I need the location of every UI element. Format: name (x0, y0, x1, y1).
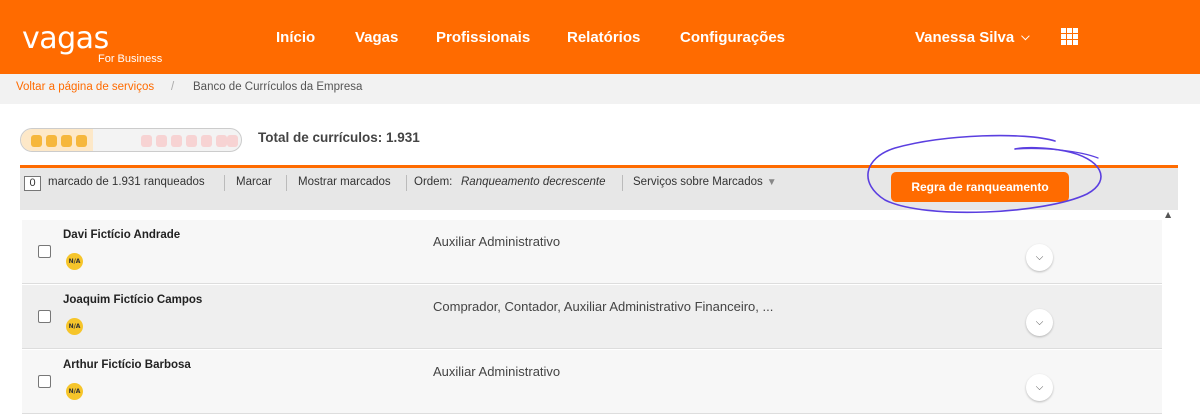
candidate-roles: Comprador, Contador, Auxiliar Administra… (433, 299, 774, 314)
meter-segment (76, 135, 87, 147)
divider (224, 175, 225, 191)
breadcrumb: Voltar a página de serviços / Banco de C… (0, 74, 1200, 104)
meter-segment (216, 135, 227, 147)
divider (286, 175, 287, 191)
grid-icon[interactable] (1061, 28, 1078, 45)
meter-segment (61, 135, 72, 147)
meter-segment (31, 135, 42, 147)
meter-segment (201, 135, 212, 147)
meter-segment (156, 135, 167, 147)
marked-count: 0 (24, 176, 41, 191)
services-label: Serviços sobre Marcados (633, 176, 763, 188)
chevron-down-circle-icon[interactable]: ⌵ (1026, 244, 1053, 271)
candidate-name[interactable]: Joaquim Fictício Campos (63, 294, 202, 306)
vagas-logo[interactable]: vagas For Business (22, 21, 162, 66)
candidate-roles: Auxiliar Administrativo (433, 234, 561, 249)
order-label: Ordem: (414, 176, 453, 188)
ranking-meter (20, 128, 242, 152)
user-menu[interactable]: Vanessa Silva ⌵ (915, 29, 1030, 46)
nav-item-profissionais[interactable]: Profissionais (436, 29, 530, 46)
mark-button[interactable]: Marcar (236, 176, 272, 188)
order-select[interactable]: Ranqueamento decrescente (461, 176, 606, 188)
marked-text: marcado de 1.931 ranqueados (48, 176, 205, 188)
triangle-down-icon: ▼ (766, 177, 777, 188)
score-badge: N/A (66, 383, 83, 400)
chevron-down-circle-icon[interactable]: ⌵ (1026, 374, 1053, 401)
logo-subtitle: For Business (98, 53, 163, 65)
scroll-up-icon[interactable]: ▲ (1165, 210, 1171, 219)
top-navbar: vagas For Business Início Vagas Profissi… (0, 0, 1200, 74)
breadcrumb-current: Banco de Currículos da Empresa (193, 81, 363, 93)
meter-segment (141, 135, 152, 147)
show-marked-button[interactable]: Mostrar marcados (298, 176, 391, 188)
nav-item-inicio[interactable]: Início (276, 29, 315, 46)
back-to-services-link[interactable]: Voltar a página de serviços (16, 81, 154, 93)
logo-text: vagas (22, 21, 109, 56)
meter-segment (227, 135, 238, 147)
row-checkbox[interactable] (38, 310, 51, 323)
list-item: Davi Fictício Andrade N/A Auxiliar Admin… (22, 220, 1162, 284)
chevron-down-circle-icon[interactable]: ⌵ (1026, 309, 1053, 336)
user-name: Vanessa Silva (915, 29, 1015, 46)
candidate-roles: Auxiliar Administrativo (433, 364, 561, 379)
candidate-name[interactable]: Davi Fictício Andrade (63, 229, 180, 241)
score-badge: N/A (66, 253, 83, 270)
chevron-down-icon: ⌵ (1021, 31, 1030, 43)
score-badge: N/A (66, 318, 83, 335)
divider (622, 175, 623, 191)
nav-item-vagas[interactable]: Vagas (355, 29, 398, 46)
row-checkbox[interactable] (38, 375, 51, 388)
row-checkbox[interactable] (38, 245, 51, 258)
list-item: Arthur Fictício Barbosa N/A Auxiliar Adm… (22, 350, 1162, 414)
candidate-name[interactable]: Arthur Fictício Barbosa (63, 359, 191, 371)
list-item: Joaquim Fictício Campos N/A Comprador, C… (22, 285, 1162, 349)
breadcrumb-separator: / (171, 81, 175, 93)
nav-item-configuracoes[interactable]: Configurações (680, 29, 785, 46)
services-dropdown[interactable]: Serviços sobre Marcados ▼ (633, 176, 777, 188)
meter-segment (46, 135, 57, 147)
nav-item-relatorios[interactable]: Relatórios (567, 29, 640, 46)
ranking-rule-button[interactable]: Regra de ranqueamento (891, 172, 1069, 202)
results-toolbar: 0 marcado de 1.931 ranqueados Marcar Mos… (20, 165, 1178, 210)
meter-segment (171, 135, 182, 147)
total-curriculos: Total de currículos: 1.931 (258, 130, 420, 145)
meter-segment (186, 135, 197, 147)
divider (406, 175, 407, 191)
